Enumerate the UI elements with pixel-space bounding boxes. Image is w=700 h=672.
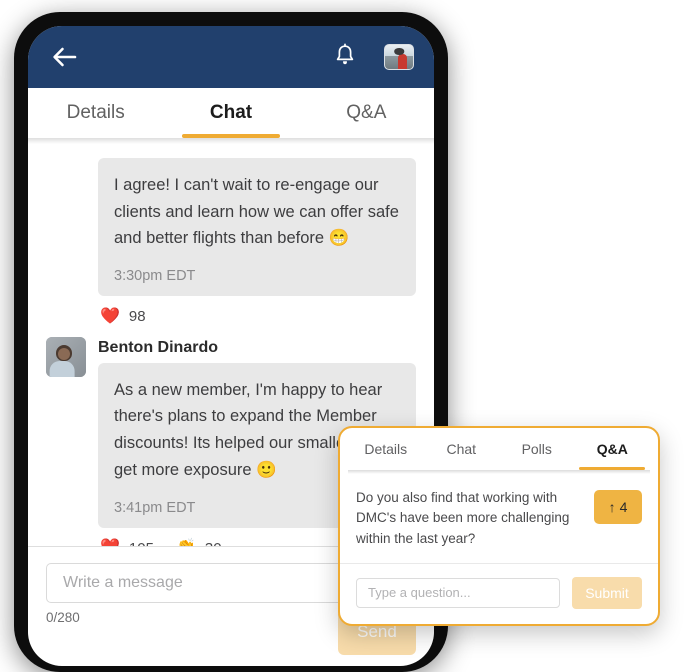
qa-question-text: Do you also find that working with DMC's… <box>356 490 570 546</box>
qa-tab-polls[interactable]: Polls <box>499 428 575 470</box>
notification-bell-button[interactable] <box>328 40 362 74</box>
qa-tab-polls-label: Polls <box>521 441 552 457</box>
qa-floating-card: Details Chat Polls Q&A Do you also find … <box>338 426 660 626</box>
heart-reaction[interactable]: ❤️ 98 <box>100 308 146 325</box>
heart-icon: ❤️ <box>100 307 120 325</box>
message-bubble: I agree! I can't wait to re-engage our c… <box>98 158 416 297</box>
qa-upvote-button[interactable]: ↑ 4 <box>594 490 642 524</box>
qa-tab-chat-label: Chat <box>446 441 477 457</box>
app-header <box>28 26 434 88</box>
main-tab-bar: Details Chat Q&A <box>28 88 434 138</box>
tab-qa-label: Q&A <box>346 102 387 123</box>
qa-tab-details-label: Details <box>364 441 408 457</box>
qa-submit-button[interactable]: Submit <box>572 576 642 609</box>
tab-details-label: Details <box>66 102 125 123</box>
qa-question-input[interactable] <box>356 577 560 608</box>
tab-details[interactable]: Details <box>28 88 163 138</box>
user-avatar-thumbnail[interactable] <box>384 44 414 70</box>
back-button[interactable] <box>48 40 82 74</box>
qa-tab-qa[interactable]: Q&A <box>575 428 651 470</box>
message-author-name: Benton Dinardo <box>98 339 218 357</box>
message-timestamp: 3:30pm EDT <box>114 268 196 285</box>
tab-chat-label: Chat <box>209 102 253 123</box>
avatar-head <box>394 48 404 55</box>
qa-tab-qa-label: Q&A <box>596 441 628 457</box>
message-reactions: ❤️ 98 <box>98 296 416 325</box>
message-author-avatar[interactable] <box>46 337 86 378</box>
qa-tab-details[interactable]: Details <box>348 428 424 470</box>
qa-question-item: Do you also find that working with DMC's… <box>340 474 658 564</box>
arrow-left-icon <box>52 47 78 67</box>
bell-icon <box>334 43 356 72</box>
avatar-person <box>397 54 408 69</box>
heart-reaction-count: 98 <box>128 308 146 326</box>
qa-tab-chat[interactable]: Chat <box>424 428 500 470</box>
tab-chat[interactable]: Chat <box>163 88 298 138</box>
qa-composer: Submit <box>340 564 658 624</box>
avatar-face <box>58 347 71 360</box>
arrow-up-icon: ↑ <box>608 499 616 515</box>
avatar-body <box>49 361 75 378</box>
qa-tab-bar: Details Chat Polls Q&A <box>340 428 658 470</box>
message-text: I agree! I can't wait to re-engage our c… <box>114 176 404 248</box>
qa-upvote-count: 4 <box>619 499 628 515</box>
chat-message-item: I agree! I can't wait to re-engage our c… <box>98 158 416 325</box>
tab-qa[interactable]: Q&A <box>299 88 434 138</box>
